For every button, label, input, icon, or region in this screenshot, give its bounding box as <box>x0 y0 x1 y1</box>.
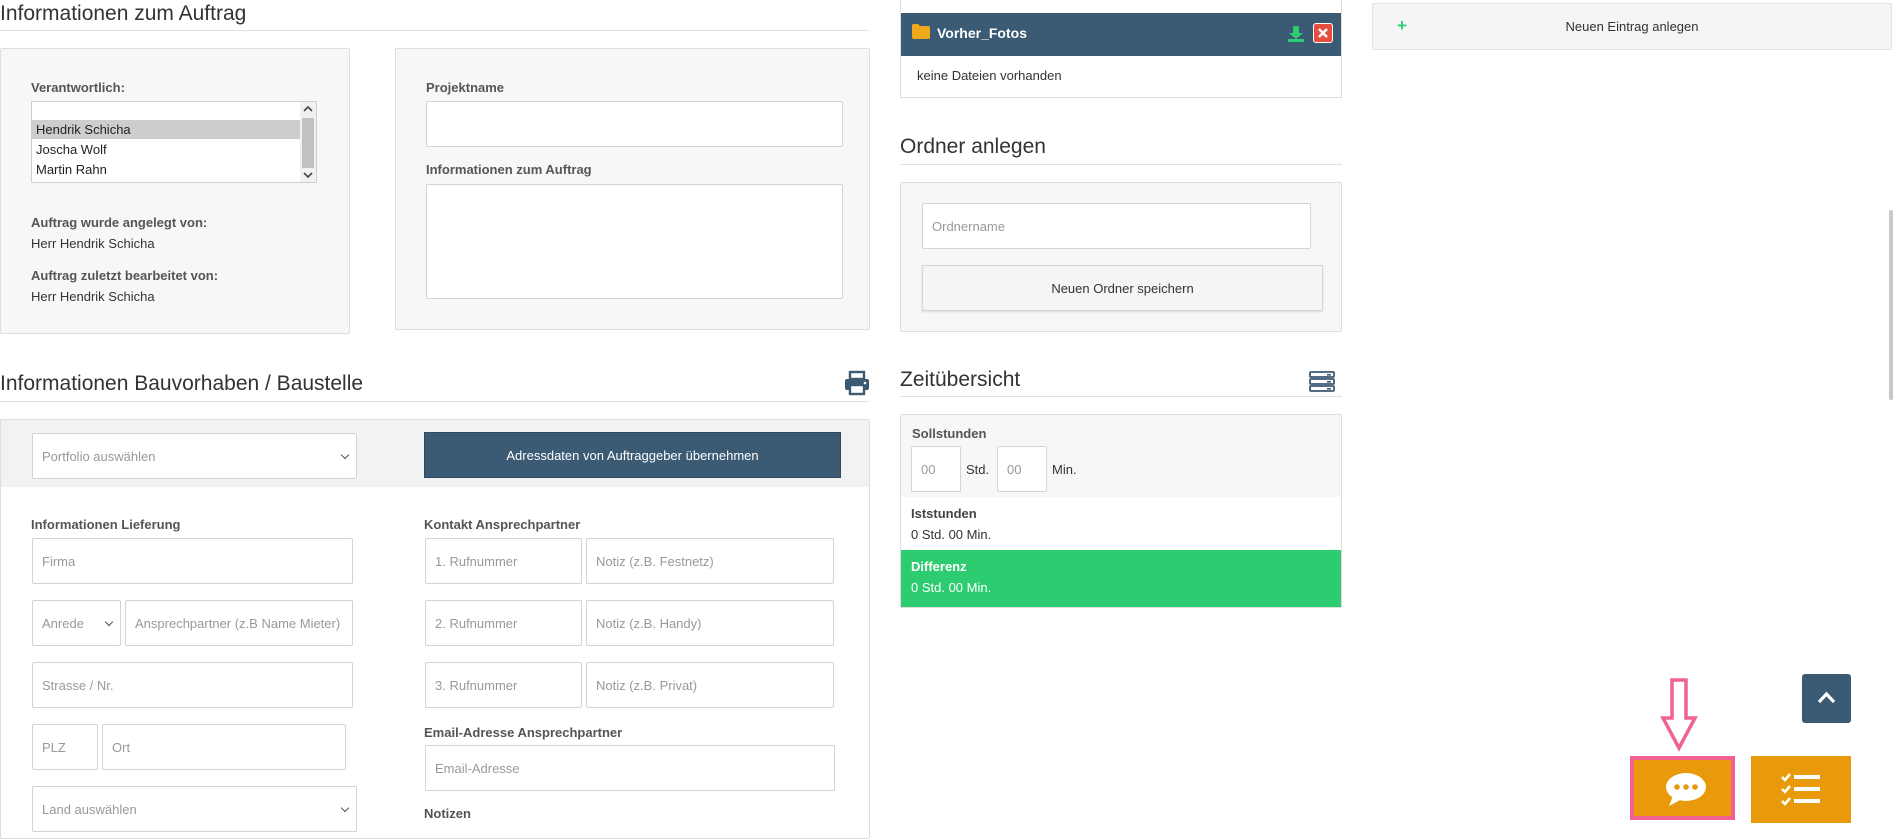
listbox-scrollbar[interactable] <box>300 102 316 182</box>
zeit-title: Zeitübersicht <box>900 368 1021 391</box>
files-empty-text: keine Dateien vorhanden <box>917 68 1062 83</box>
ansprechpartner-input[interactable]: Ansprechpartner (z.B Name Mieter) <box>125 600 353 646</box>
folder-icon <box>912 24 930 39</box>
projektname-label: Projektname <box>426 80 505 95</box>
email-input[interactable]: Email-Adresse <box>425 745 835 791</box>
ist-label: Iststunden <box>911 506 977 521</box>
listbox-option[interactable]: Hendrik Schicha <box>32 120 302 139</box>
scroll-up-icon[interactable] <box>303 105 313 113</box>
ordner-divider <box>900 164 1342 165</box>
strasse-input[interactable]: Strasse / Nr. <box>32 662 353 708</box>
notiz-2-input[interactable]: Notiz (z.B. Handy) <box>586 600 834 646</box>
files-panel: Vorher_Fotos keine Dateien vorhanden <box>900 0 1342 98</box>
listbox-option[interactable]: Joscha Wolf <box>32 140 302 159</box>
chat-bubble-icon <box>1666 773 1706 806</box>
neuer-eintrag-label: Neuen Eintrag anlegen <box>1565 19 1699 34</box>
chat-button[interactable] <box>1630 756 1735 820</box>
auftrag-info-label: Informationen zum Auftrag <box>426 162 592 177</box>
ordner-speichern-button[interactable]: Neuen Ordner speichern <box>922 265 1323 311</box>
ist-value: 0 Std. 00 Min. <box>911 527 992 542</box>
diff-value: 0 Std. 00 Min. <box>911 580 992 595</box>
close-icon <box>1318 28 1328 38</box>
download-icon[interactable] <box>1287 25 1305 43</box>
adressdaten-uebernehmen-button[interactable]: Adressdaten von Auftraggeber übernehmen <box>424 432 841 478</box>
soll-min-input[interactable]: 00 <box>997 446 1047 492</box>
auftrag-divider <box>0 30 869 31</box>
email-label: Email-Adresse Ansprechpartner <box>424 725 623 740</box>
plz-input[interactable]: PLZ <box>32 724 98 770</box>
rufnummer-3-input[interactable]: 3. Rufnummer <box>425 662 582 708</box>
lieferung-label: Informationen Lieferung <box>31 517 181 532</box>
zeit-divider <box>900 396 1342 397</box>
bearbeitet-value: Herr Hendrik Schicha <box>31 289 155 304</box>
angelegt-label: Auftrag wurde angelegt von: <box>31 215 208 230</box>
server-list-icon[interactable] <box>1309 371 1335 392</box>
diff-label: Differenz <box>911 559 967 574</box>
auftrag-title: Informationen zum Auftrag <box>0 2 247 25</box>
bauvorhaben-title: Informationen Bauvorhaben / Baustelle <box>0 372 364 395</box>
projektname-input[interactable] <box>426 101 843 147</box>
bauvorhaben-panel: Portfolio auswählen Adressdaten von Auft… <box>0 419 870 839</box>
listbox-scroll-thumb[interactable] <box>302 118 314 168</box>
land-select[interactable]: Land auswählen <box>32 786 357 832</box>
angelegt-value: Herr Hendrik Schicha <box>31 236 155 251</box>
plus-icon: + <box>1397 16 1407 35</box>
notiz-1-input[interactable]: Notiz (z.B. Festnetz) <box>586 538 834 584</box>
std-unit: Std. <box>966 462 990 477</box>
scroll-top-button[interactable] <box>1802 674 1851 723</box>
folder-header[interactable]: Vorher_Fotos <box>901 13 1341 56</box>
chevron-up-icon <box>1817 691 1836 704</box>
diff-section <box>901 550 1341 607</box>
checklist-button[interactable] <box>1751 756 1851 823</box>
anrede-select[interactable]: Anrede <box>32 600 121 646</box>
ordner-panel: Ordnername Neuen Ordner speichern <box>900 182 1342 332</box>
print-icon[interactable] <box>844 370 870 396</box>
ort-input[interactable]: Ort <box>102 724 346 770</box>
bearbeitet-label: Auftrag zuletzt bearbeitet von: <box>31 268 219 283</box>
bauvorhaben-divider <box>0 401 869 402</box>
portfolio-select[interactable]: Portfolio auswählen <box>32 433 357 479</box>
notiz-3-input[interactable]: Notiz (z.B. Privat) <box>586 662 834 708</box>
projekt-panel: Projektname Informationen zum Auftrag <box>395 48 870 330</box>
folder-name: Vorher_Fotos <box>937 25 1027 41</box>
verantwortlich-label: Verantwortlich: <box>31 80 125 95</box>
page-scrollbar-thumb[interactable] <box>1889 210 1893 400</box>
verantwortlich-listbox[interactable]: Hendrik Schicha Joscha Wolf Martin Rahn <box>31 101 317 183</box>
rufnummer-2-input[interactable]: 2. Rufnummer <box>425 600 582 646</box>
firma-input[interactable]: Firma <box>32 538 353 584</box>
ordner-title: Ordner anlegen <box>900 135 1046 158</box>
delete-folder-button[interactable] <box>1313 23 1333 43</box>
verantwortlich-panel: Verantwortlich: Hendrik Schicha Joscha W… <box>0 48 350 334</box>
checklist-icon <box>1781 773 1820 806</box>
zeit-panel: Sollstunden 00 Std. 00 Min. Iststunden 0… <box>900 414 1342 608</box>
scroll-down-icon[interactable] <box>303 171 313 179</box>
neuer-eintrag-button[interactable]: + Neuen Eintrag anlegen <box>1372 3 1892 50</box>
soll-label: Sollstunden <box>912 426 987 441</box>
soll-hours-input[interactable]: 00 <box>911 446 961 492</box>
kontakt-label: Kontakt Ansprechpartner <box>424 517 581 532</box>
auftrag-info-textarea[interactable] <box>426 184 843 299</box>
listbox-option[interactable]: Martin Rahn <box>32 160 302 179</box>
ordnername-input[interactable]: Ordnername <box>922 203 1311 249</box>
rufnummer-1-input[interactable]: 1. Rufnummer <box>425 538 582 584</box>
min-unit: Min. <box>1052 462 1077 477</box>
notizen-label: Notizen <box>424 806 471 821</box>
hint-arrow-icon <box>1660 678 1698 752</box>
